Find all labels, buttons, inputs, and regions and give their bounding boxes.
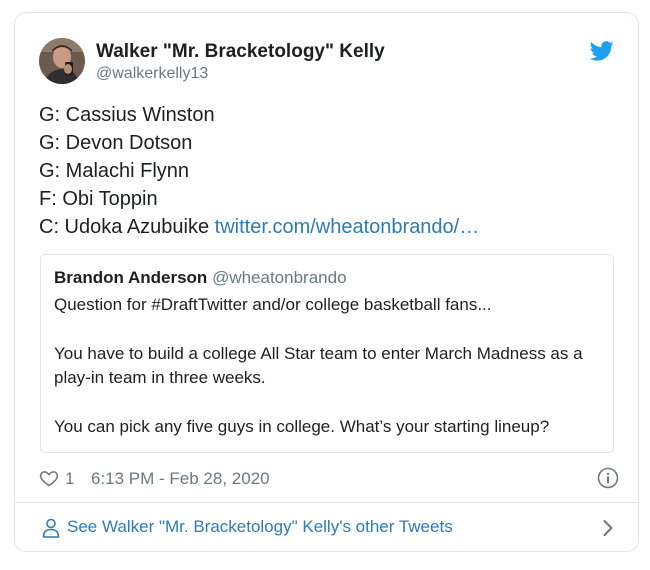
quoted-author-name: Brandon Anderson bbox=[54, 268, 208, 287]
tweet-line: F: Obi Toppin bbox=[39, 188, 158, 210]
tweet-header: Walker "Mr. Bracketology" Kelly @walkerk… bbox=[39, 38, 614, 88]
author-names[interactable]: Walker "Mr. Bracketology" Kelly @walkerk… bbox=[96, 40, 385, 84]
quoted-tweet-link[interactable]: twitter.com/wheatonbrando/… bbox=[215, 216, 480, 238]
quoted-tweet-header: Brandon Anderson @wheatonbrando bbox=[54, 267, 347, 289]
twitter-bird-icon[interactable] bbox=[589, 40, 614, 62]
tweet-line: G: Devon Dotson bbox=[39, 132, 193, 154]
tweet-timestamp[interactable]: 6:13 PM - Feb 28, 2020 bbox=[91, 468, 270, 490]
tweet-line: G: Cassius Winston bbox=[39, 104, 215, 126]
quoted-author-handle: @wheatonbrando bbox=[212, 268, 347, 287]
heart-icon[interactable] bbox=[39, 468, 59, 488]
tweet-line-with-link: C: Udoka Azubuike twitter.com/wheatonbra… bbox=[39, 213, 619, 241]
avatar[interactable] bbox=[39, 38, 85, 84]
tweet-text: G: Cassius Winston G: Devon Dotson G: Ma… bbox=[39, 101, 619, 241]
see-other-tweets-link[interactable]: See Walker "Mr. Bracketology" Kelly's ot… bbox=[15, 503, 638, 552]
quoted-tweet-body: Question for #DraftTwitter and/or colleg… bbox=[54, 293, 609, 439]
see-other-tweets-label[interactable]: See Walker "Mr. Bracketology" Kelly's ot… bbox=[67, 516, 453, 538]
quoted-tweet[interactable]: Brandon Anderson @wheatonbrando Question… bbox=[40, 254, 614, 453]
quoted-paragraph: You have to build a college All Star tea… bbox=[54, 343, 583, 388]
tweet-line: C: Udoka Azubuike bbox=[39, 216, 215, 238]
author-handle[interactable]: @walkerkelly13 bbox=[96, 64, 385, 84]
like-count[interactable]: 1 bbox=[65, 468, 74, 490]
quoted-paragraph: You can pick any five guys in college. W… bbox=[54, 416, 550, 436]
author-display-name[interactable]: Walker "Mr. Bracketology" Kelly bbox=[96, 40, 385, 64]
tweet-line: G: Malachi Flynn bbox=[39, 160, 190, 182]
user-icon bbox=[42, 518, 60, 538]
quoted-paragraph: Question for #DraftTwitter and/or colleg… bbox=[54, 295, 492, 314]
chevron-right-icon[interactable] bbox=[602, 519, 614, 537]
tweet-meta: 1 6:13 PM - Feb 28, 2020 bbox=[39, 467, 619, 491]
tweet-card: Walker "Mr. Bracketology" Kelly @walkerk… bbox=[14, 12, 639, 552]
info-icon[interactable] bbox=[597, 467, 619, 489]
